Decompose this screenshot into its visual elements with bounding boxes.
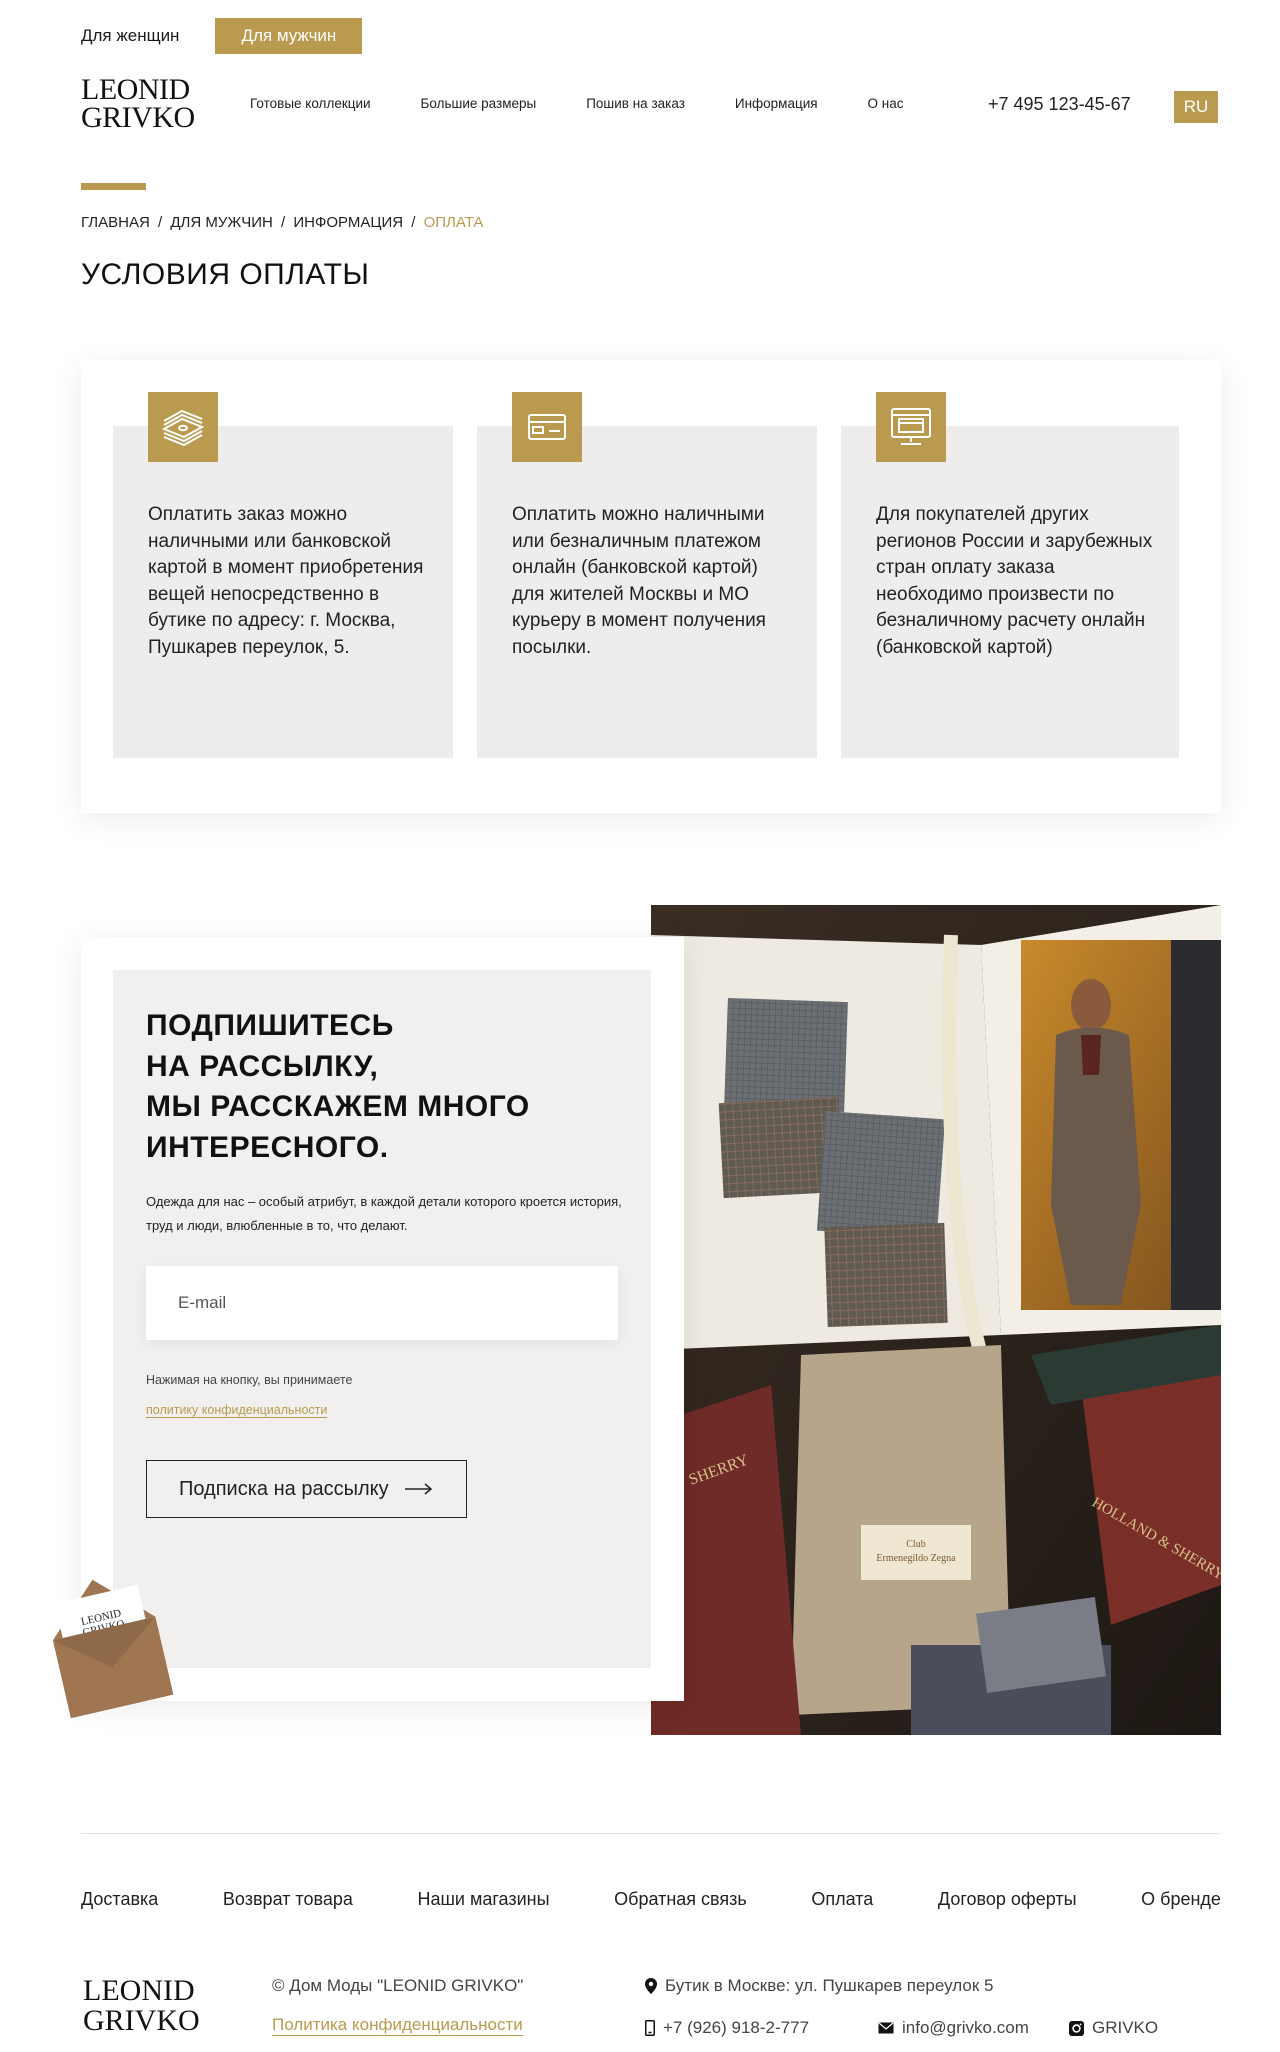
footer-link-payment[interactable]: Оплата	[811, 1889, 873, 1910]
women-tab[interactable]: Для женщин	[81, 18, 199, 54]
email-field[interactable]	[146, 1266, 618, 1340]
breadcrumb-home[interactable]: ГЛАВНАЯ	[81, 214, 150, 231]
arrow-right-icon	[404, 1483, 432, 1495]
logo-line-2: GRIVKO	[81, 101, 195, 134]
footer-instagram[interactable]: GRIVKO	[1069, 2018, 1158, 2038]
nav-big-sizes[interactable]: Большие размеры	[421, 96, 537, 111]
payment-text-online: Для покупателей других регионов России и…	[876, 504, 1153, 658]
subscribe-title-line-3: МЫ РАССКАЖЕМ МНОГО	[146, 1090, 530, 1123]
footer-link-delivery[interactable]: Доставка	[81, 1889, 158, 1910]
footer-phone[interactable]: +7 (926) 918-2-777	[645, 2018, 809, 2038]
breadcrumb-info[interactable]: ИНФОРМАЦИЯ	[293, 214, 403, 231]
nav-tailoring[interactable]: Пошив на заказ	[586, 96, 685, 111]
page-title: УСЛОВИЯ ОПЛАТЫ	[81, 258, 370, 291]
footer-phone-text: +7 (926) 918-2-777	[663, 2018, 810, 2037]
title-accent-bar	[81, 183, 146, 190]
brand-logo[interactable]: LEONID GRIVKO	[81, 73, 195, 134]
nav-about[interactable]: О нас	[868, 96, 904, 111]
nav-ready-collections[interactable]: Готовые коллекции	[250, 96, 371, 111]
footer-email-text: info@grivko.com	[902, 2018, 1029, 2037]
footer-link-offer[interactable]: Договор оферты	[938, 1889, 1077, 1910]
payment-text-boutique: Оплатить заказ можно наличными или банко…	[148, 504, 424, 658]
subscribe-title-line-1: ПОДПИШИТЕСЬ	[146, 1009, 394, 1042]
header-phone[interactable]: +7 495 123-45-67	[988, 94, 1131, 115]
privacy-policy-link[interactable]: политику конфиденциальности	[146, 1403, 328, 1418]
footer-nav: Доставка Возврат товара Наши магазины Об…	[81, 1889, 1221, 1910]
subscribe-title-line-4: ИНТЕРЕСНОГО.	[146, 1130, 389, 1164]
online-payment-icon	[876, 392, 946, 462]
footer-link-feedback[interactable]: Обратная связь	[614, 1889, 747, 1910]
footer-link-returns[interactable]: Возврат товара	[223, 1889, 353, 1910]
credit-card-icon	[512, 392, 582, 462]
location-pin-icon	[645, 1978, 657, 1994]
breadcrumb: ГЛАВНАЯ / ДЛЯ МУЖЧИН / ИНФОРМАЦИЯ / ОПЛА…	[81, 214, 483, 231]
footer-logo-line-2: GRIVKO	[83, 2004, 200, 2037]
breadcrumb-current: ОПЛАТА	[423, 214, 484, 231]
men-tab[interactable]: Для мужчин	[215, 18, 363, 54]
footer-divider	[81, 1833, 1221, 1834]
footer-link-brand[interactable]: О бренде	[1141, 1889, 1221, 1910]
main-nav: Готовые коллекции Большие размеры Пошив …	[250, 96, 954, 111]
consent-text: Нажимая на кнопку, вы принимаете	[146, 1373, 353, 1387]
phone-icon	[645, 2020, 655, 2036]
subscribe-title-line-2: НА РАССЫЛКУ,	[146, 1049, 379, 1083]
breadcrumb-separator: /	[281, 214, 286, 231]
footer-logo[interactable]: LEONID GRIVKO	[83, 1976, 200, 2036]
nav-information[interactable]: Информация	[735, 96, 818, 111]
subscribe-inner: ПОДПИШИТЕСЬ НА РАССЫЛКУ, МЫ РАССКАЖЕМ МН…	[113, 970, 651, 1668]
logo-line-1: LEONID	[81, 73, 190, 106]
breadcrumb-men[interactable]: ДЛЯ МУЖЧИН	[170, 214, 273, 231]
subscribe-description: Одежда для нас – особый атрибут, в каждо…	[146, 1194, 622, 1233]
footer-logo-line-1: LEONID	[83, 1974, 195, 2007]
subscribe-title: ПОДПИШИТЕСЬ НА РАССЫЛКУ, МЫ РАССКАЖЕМ МН…	[146, 1006, 530, 1168]
footer-privacy-link[interactable]: Политика конфиденциальности	[272, 2015, 523, 2036]
instagram-icon	[1069, 2020, 1084, 2036]
mail-icon	[878, 2022, 894, 2034]
copyright: © Дом Моды "LEONID GRIVKO"	[272, 1976, 524, 1995]
footer-link-stores[interactable]: Наши магазины	[417, 1889, 549, 1910]
gender-switch: Для женщин Для мужчин	[81, 18, 363, 54]
footer-instagram-text: GRIVKO	[1092, 2018, 1159, 2037]
payment-card-courier: Оплатить можно наличными или безналичным…	[477, 392, 817, 758]
breadcrumb-separator: /	[157, 214, 163, 231]
payment-card-boutique: Оплатить заказ можно наличными или банко…	[113, 392, 453, 758]
footer-address: Бутик в Москве: ул. Пушкарев переулок 5	[645, 1976, 993, 1996]
cash-stack-icon	[148, 392, 218, 462]
fabric-book-photo: Club Ermenegildo Zegna SHERRY HOLLAND & …	[651, 905, 1221, 1735]
payment-conditions-panel: Оплатить заказ можно наличными или банко…	[81, 360, 1221, 813]
footer-address-text: Бутик в Москве: ул. Пушкарев переулок 5	[665, 1976, 994, 1995]
breadcrumb-separator: /	[411, 214, 416, 231]
subscribe-button[interactable]: Подписка на рассылку	[146, 1460, 467, 1518]
payment-card-online: Для покупателей других регионов России и…	[841, 392, 1179, 758]
fabric-label-line-2: Ermenegildo Zegna	[876, 1553, 956, 1564]
payment-text-courier: Оплатить можно наличными или безналичным…	[512, 504, 766, 658]
subscribe-panel: ПОДПИШИТЕСЬ НА РАССЫЛКУ, МЫ РАССКАЖЕМ МН…	[81, 937, 684, 1701]
subscribe-button-label: Подписка на рассылку	[179, 1477, 389, 1500]
fabric-label-line-1: Club	[906, 1539, 925, 1550]
language-switch[interactable]: RU	[1174, 91, 1218, 123]
footer-email[interactable]: info@grivko.com	[878, 2018, 1029, 2038]
